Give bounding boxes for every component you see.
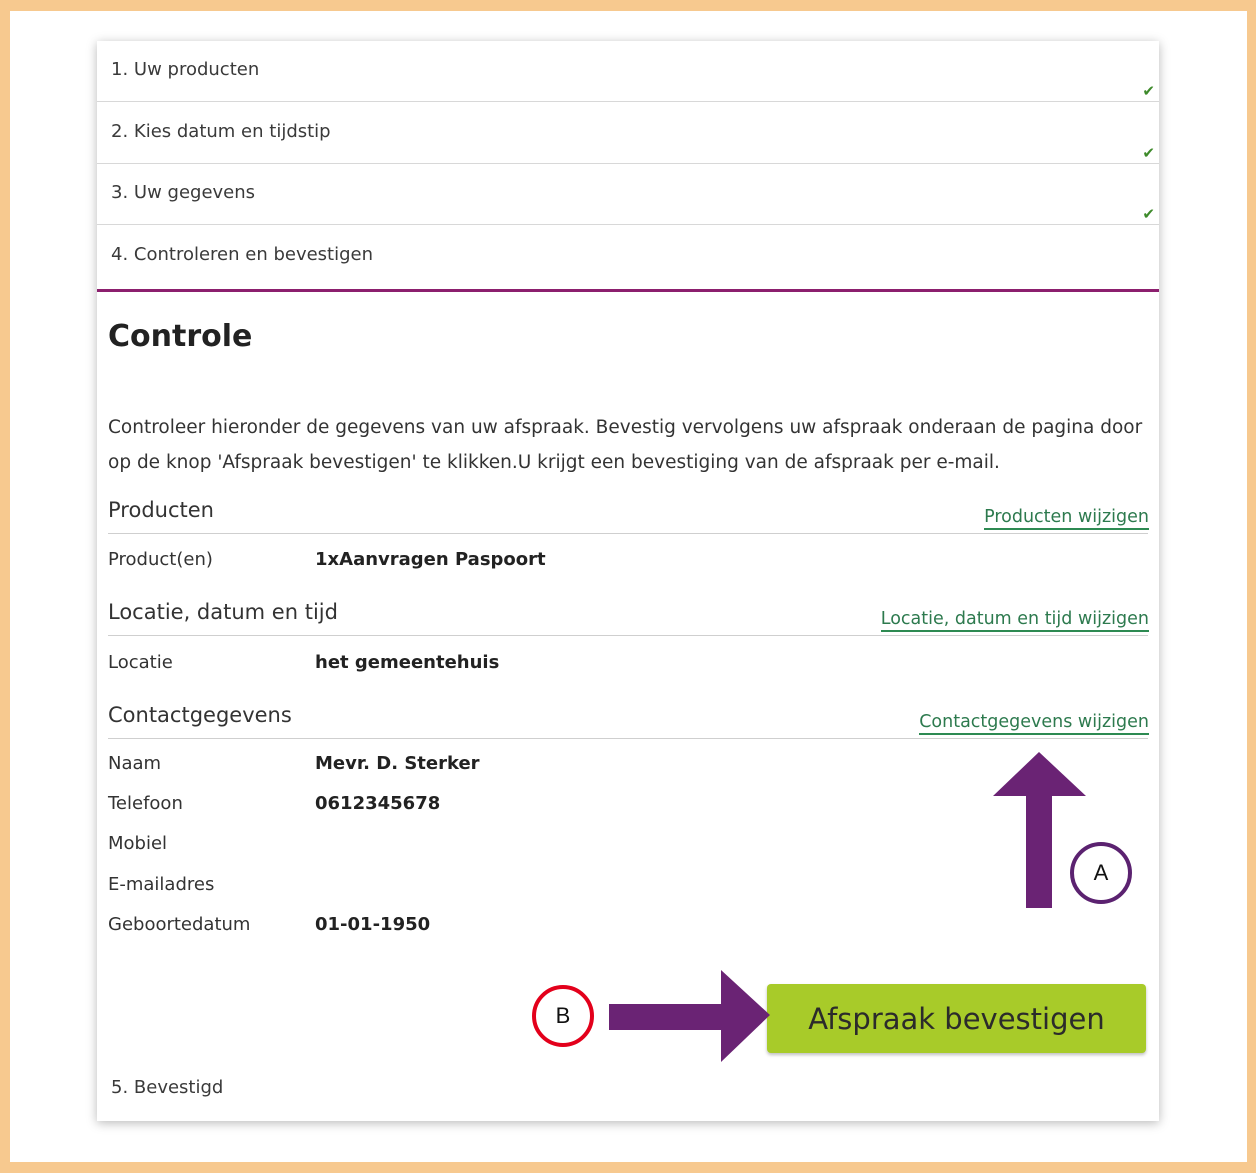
annotation-arrows xyxy=(609,752,1086,1062)
annotation-badge-b: B xyxy=(532,985,594,1047)
arrow-right-b xyxy=(609,970,770,1062)
annotation-badge-a: A xyxy=(1070,842,1132,904)
